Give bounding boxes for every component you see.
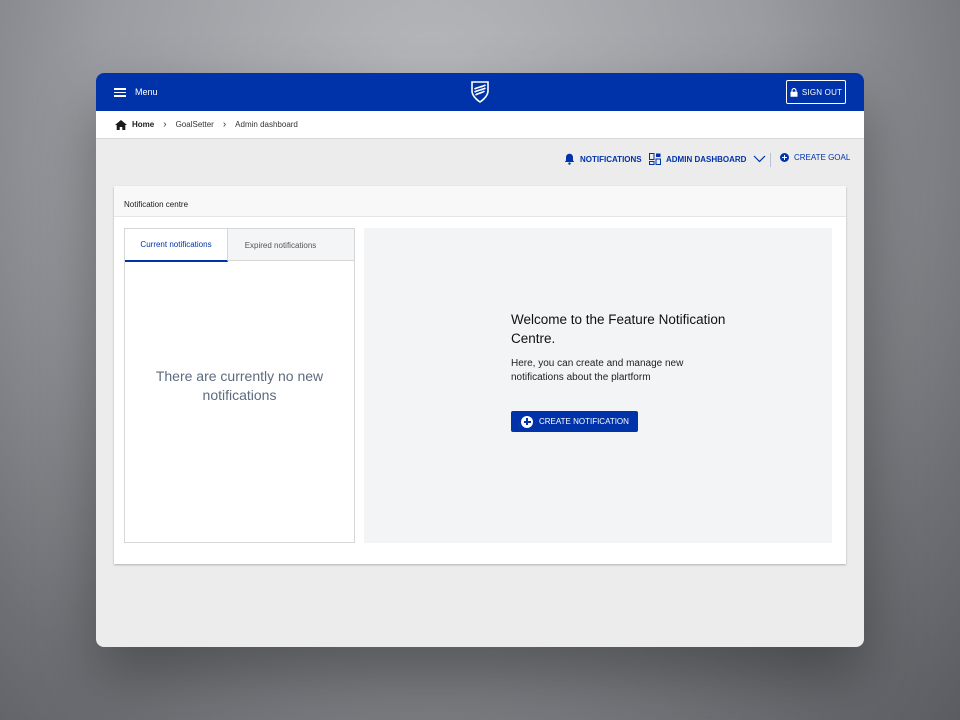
notifications-label: NOTIFICATIONS — [580, 154, 642, 164]
bank-shield-logo-icon[interactable] — [471, 81, 489, 103]
breadcrumb-goalsetter[interactable]: GoalSetter — [176, 120, 214, 129]
admin-dashboard-dropdown[interactable]: ADMIN DASHBOARD — [649, 153, 766, 165]
empty-state-message: There are currently no new notifications — [155, 368, 324, 403]
welcome-title: Welcome to the Feature Notification Cent… — [511, 312, 726, 346]
breadcrumb-admin-dashboard: Admin dashboard — [235, 120, 298, 129]
home-icon — [115, 119, 127, 130]
tab-expired-notifications[interactable]: Expired notifications — [228, 229, 333, 261]
notifications-list-pane: Current notifications Expired notificati… — [124, 228, 355, 543]
admin-dashboard-label: ADMIN DASHBOARD — [666, 154, 747, 164]
lock-icon — [790, 87, 798, 97]
welcome-description: Here, you can create and manage new noti… — [511, 358, 684, 383]
chevron-right-icon: › — [163, 119, 167, 130]
breadcrumb: Home › GoalSetter › Admin dashboard — [96, 111, 864, 139]
notifications-link[interactable]: NOTIFICATIONS — [564, 153, 642, 165]
menu-label: Menu — [135, 87, 158, 97]
dashboard-icon — [649, 153, 661, 165]
top-navigation-bar: Menu SIGN OUT — [96, 73, 864, 111]
tab-current-notifications[interactable]: Current notifications — [125, 229, 228, 262]
sign-out-button[interactable]: SIGN OUT — [786, 80, 846, 104]
chevron-right-icon: › — [222, 119, 227, 130]
panel-title: Notification centre — [114, 186, 846, 217]
chevron-down-icon — [754, 155, 766, 163]
plus-circle-icon — [521, 415, 533, 428]
menu-button[interactable]: Menu — [114, 84, 158, 100]
action-divider — [770, 153, 771, 167]
app-window: Menu SIGN OUT Home › GoalSetter › Admin … — [96, 73, 864, 647]
notification-centre-panel: Notification centre Current notification… — [114, 186, 846, 564]
breadcrumb-home[interactable]: Home — [115, 119, 155, 130]
create-goal-label: CREATE GOAL — [794, 153, 851, 162]
sign-out-label: SIGN OUT — [801, 87, 843, 97]
action-bar: NOTIFICATIONS ADMIN DASHBOARD CREATE GOA… — [96, 151, 864, 169]
notification-tabs: Current notifications Expired notificati… — [125, 229, 354, 262]
hamburger-icon — [114, 87, 126, 97]
create-notification-button[interactable]: CREATE NOTIFICATION — [511, 411, 638, 432]
bell-icon — [564, 153, 575, 165]
create-notification-label: CREATE NOTIFICATION — [539, 417, 629, 426]
plus-circle-icon — [780, 153, 789, 162]
create-goal-button[interactable]: CREATE GOAL — [780, 153, 850, 162]
welcome-pane: Welcome to the Feature Notification Cent… — [364, 228, 832, 543]
breadcrumb-home-label: Home — [132, 120, 155, 129]
